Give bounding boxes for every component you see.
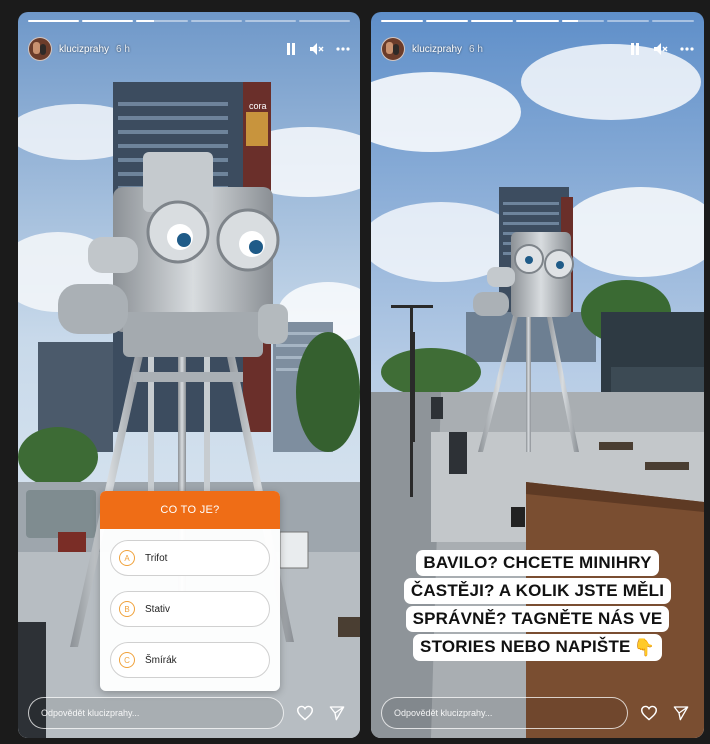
progress-segment <box>298 20 351 22</box>
option-text: Šmírák <box>145 654 177 666</box>
progress-segment <box>244 20 296 22</box>
option-letter-badge: A <box>119 550 135 566</box>
send-icon[interactable] <box>672 704 690 722</box>
quiz-option-a[interactable]: A Trifot <box>110 540 270 576</box>
caption-line-last: STORIES NEBO NAPIŠTE 👇 <box>413 634 662 661</box>
send-icon[interactable] <box>328 704 346 722</box>
story-footer <box>28 696 350 730</box>
story-header: klucizprahy 6 h <box>381 36 694 62</box>
quiz-option-c[interactable]: C Šmírák <box>110 642 270 678</box>
caption-line: SPRÁVNĚ? TAGNĚTE NÁS VE <box>405 606 670 632</box>
progress-segment <box>28 20 80 22</box>
story-footer <box>381 696 694 730</box>
more-icon[interactable] <box>680 42 694 56</box>
quiz-sticker: CO TO JE? A Trifot B Stativ C Šmírák <box>100 491 280 691</box>
reply-input[interactable] <box>381 697 628 729</box>
progress-segment <box>561 20 604 22</box>
reply-input[interactable] <box>28 697 284 729</box>
post-time: 6 h <box>116 43 130 55</box>
caption-line: BAVILO? CHCETE MINIHRY <box>416 550 659 576</box>
stories-screen: cora klucizprahy 6 h CO TO JE? A Trifot … <box>0 0 710 744</box>
progress-segment <box>82 20 134 22</box>
caption-line-text: STORIES NEBO NAPIŠTE <box>420 637 631 656</box>
progress-segment <box>606 20 649 22</box>
story-left[interactable]: cora klucizprahy 6 h CO TO JE? A Trifot … <box>18 12 360 738</box>
speaker-muted-icon[interactable] <box>310 42 324 56</box>
option-text: Stativ <box>145 603 171 615</box>
heart-icon[interactable] <box>640 704 658 722</box>
pause-icon[interactable] <box>628 42 642 56</box>
building-sign: cora <box>249 101 267 111</box>
progress-segment <box>651 20 694 22</box>
option-text: Trifot <box>145 552 168 564</box>
story-right[interactable]: klucizprahy 6 h BAVILO? CHCETE MINIHRY Č… <box>371 12 704 738</box>
pointing-down-emoji: 👇 <box>633 637 655 657</box>
progress-segment <box>516 20 559 22</box>
username[interactable]: klucizprahy <box>59 44 109 55</box>
avatar[interactable] <box>28 37 52 61</box>
option-letter-badge: C <box>119 652 135 668</box>
quiz-option-b[interactable]: B Stativ <box>110 591 270 627</box>
progress-segment <box>426 20 469 22</box>
caption-line: ČASTĚJI? A KOLIK JSTE MĚLI <box>403 578 672 604</box>
avatar[interactable] <box>381 37 405 61</box>
story-progress-bar <box>28 20 351 22</box>
pause-icon[interactable] <box>284 42 298 56</box>
caption-sticker: BAVILO? CHCETE MINIHRY ČASTĚJI? A KOLIK … <box>371 550 704 661</box>
heart-icon[interactable] <box>296 704 314 722</box>
story-progress-bar <box>381 20 694 22</box>
progress-segment <box>136 20 188 22</box>
speaker-muted-icon[interactable] <box>654 42 668 56</box>
story-header: klucizprahy 6 h <box>28 36 350 62</box>
progress-segment <box>471 20 514 22</box>
more-icon[interactable] <box>336 42 350 56</box>
option-letter-badge: B <box>119 601 135 617</box>
username[interactable]: klucizprahy <box>412 44 462 55</box>
post-time: 6 h <box>469 43 483 55</box>
quiz-title: CO TO JE? <box>100 491 280 529</box>
progress-segment <box>381 20 424 22</box>
progress-segment <box>190 20 242 22</box>
